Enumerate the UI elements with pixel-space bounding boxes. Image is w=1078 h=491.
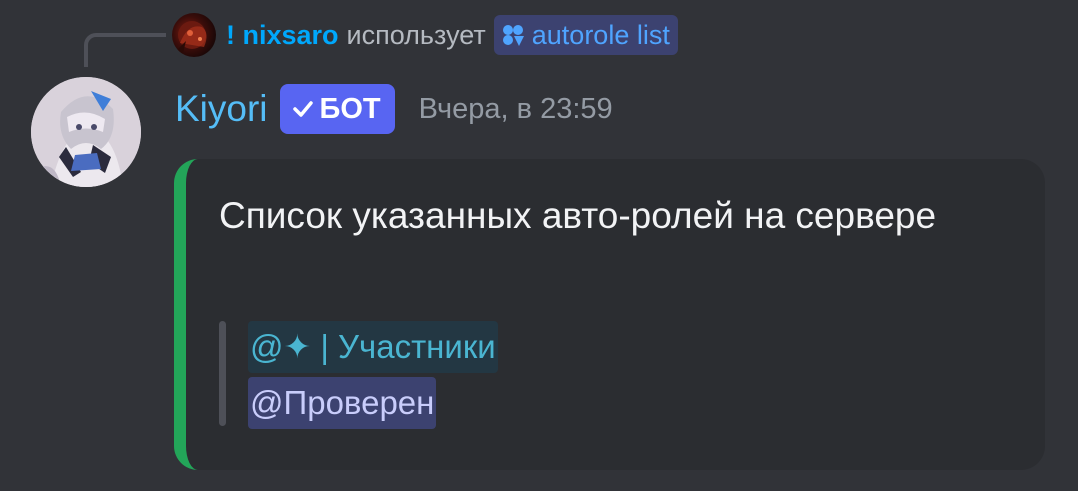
role-list: @✦ | Участники @Проверен (248, 321, 498, 429)
slash-command-chip[interactable]: autorole list (493, 15, 678, 55)
reply-username[interactable]: ! nixsaro (226, 20, 339, 51)
author-avatar[interactable] (31, 77, 141, 187)
command-name: autorole list (531, 19, 670, 50)
blockquote-bar (219, 321, 226, 426)
role-mention-verified[interactable]: @Проверен (248, 377, 437, 429)
reply-avatar-art (174, 21, 207, 57)
reply-connector (84, 33, 166, 67)
reply-context[interactable]: ! nixsaro использует autorole list (172, 13, 678, 57)
chat-message: ! nixsaro использует autorole list Kiyor… (0, 0, 1078, 491)
embed-title: Список указанных авто-ролей на сервере (219, 195, 937, 236)
reply-avatar[interactable] (172, 13, 216, 57)
role-mention-participants[interactable]: @✦ | Участники (248, 321, 498, 373)
message-header: Kiyori БОТ Вчера, в 23:59 (175, 83, 613, 135)
slash-command-icon (500, 22, 526, 48)
bot-badge: БОТ (279, 84, 395, 134)
reply-verb: использует (346, 19, 486, 50)
message-timestamp[interactable]: Вчера, в 23:59 (419, 93, 613, 126)
checkmark-icon (292, 98, 314, 120)
author-avatar-art (31, 77, 141, 187)
author-username[interactable]: Kiyori (175, 88, 268, 130)
embed: Список указанных авто-ролей на сервере @… (174, 159, 1045, 470)
bot-badge-label: БОТ (319, 92, 381, 125)
